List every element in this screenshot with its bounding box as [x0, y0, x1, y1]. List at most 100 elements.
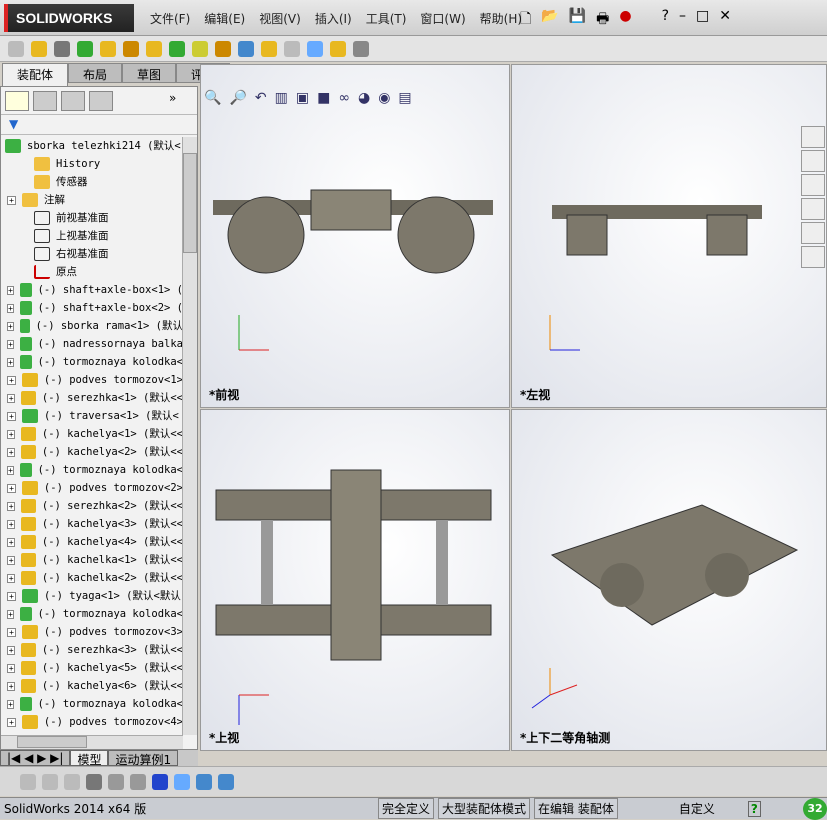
- notification-badge[interactable]: 32: [803, 797, 827, 820]
- tree-item[interactable]: + (-) kachelya<4> (默认<<: [1, 533, 183, 551]
- tree-item[interactable]: + (-) serezhka<2> (默认<<: [1, 497, 183, 515]
- toolbar-button-icon[interactable]: [215, 40, 231, 57]
- viewport-front[interactable]: *前视: [200, 64, 510, 408]
- tree-item[interactable]: History: [1, 155, 183, 173]
- view-toolbar-button-icon[interactable]: [218, 773, 234, 790]
- display-manager-tab-icon[interactable]: [89, 91, 113, 111]
- expand-icon[interactable]: +: [7, 663, 16, 673]
- expand-icon[interactable]: +: [7, 465, 15, 475]
- display-style-icon[interactable]: ■: [317, 90, 330, 106]
- scene-icon[interactable]: ◉: [378, 90, 390, 106]
- expand-icon[interactable]: +: [7, 609, 15, 619]
- zoom-to-area-icon[interactable]: 🔎: [229, 90, 246, 106]
- custom-properties-icon[interactable]: [801, 246, 825, 268]
- view-toolbar-button-icon[interactable]: [108, 773, 124, 790]
- tree-item[interactable]: 前视基准面: [1, 209, 183, 227]
- viewport-top[interactable]: *上视: [200, 409, 510, 751]
- expand-icon[interactable]: +: [7, 501, 16, 511]
- view-settings-icon[interactable]: ▤: [398, 90, 411, 106]
- view-toolbar-button-icon[interactable]: [196, 773, 212, 790]
- appearance-icon[interactable]: ◕: [358, 90, 370, 106]
- help-icon[interactable]: ?: [662, 8, 669, 32]
- toolbar-button-icon[interactable]: [146, 40, 162, 57]
- view-toolbar-button-icon[interactable]: [64, 773, 80, 790]
- save-icon[interactable]: 💾: [569, 8, 586, 32]
- resources-icon[interactable]: [801, 126, 825, 148]
- zoom-to-fit-icon[interactable]: 🔍: [204, 90, 221, 106]
- expand-icon[interactable]: +: [7, 681, 16, 691]
- tab-1[interactable]: 布局: [68, 63, 123, 83]
- toolbar-button-icon[interactable]: [123, 40, 139, 57]
- tree-item[interactable]: + (-) nadressornaya balka: [1, 335, 183, 353]
- hide-show-icon[interactable]: ∞: [338, 90, 350, 106]
- menu-item[interactable]: 文件(F): [150, 10, 190, 27]
- expand-icon[interactable]: +: [7, 357, 15, 367]
- expand-icon[interactable]: +: [7, 537, 16, 547]
- expand-icon[interactable]: +: [7, 393, 16, 403]
- expand-icon[interactable]: +: [7, 591, 16, 601]
- tree-item[interactable]: + (-) kachelya<3> (默认<<: [1, 515, 183, 533]
- tab-model[interactable]: 模型: [70, 750, 109, 767]
- open-icon[interactable]: 📂: [541, 8, 558, 32]
- expand-icon[interactable]: +: [7, 321, 14, 331]
- viewport-left[interactable]: *左视: [511, 64, 827, 408]
- tree-item[interactable]: + (-) sborka rama<1> (默认: [1, 317, 183, 335]
- tree-item[interactable]: + (-) kachelka<2> (默认<<: [1, 569, 183, 587]
- expand-icon[interactable]: +: [7, 303, 15, 313]
- expand-icon[interactable]: »: [169, 91, 193, 111]
- nav-arrows[interactable]: |◀ ◀ ▶ ▶|: [0, 750, 71, 766]
- menu-item[interactable]: 工具(T): [366, 10, 407, 27]
- expand-icon[interactable]: +: [7, 375, 16, 385]
- tree-root[interactable]: sborka telezhki214 (默认<: [1, 137, 183, 155]
- print-icon[interactable]: 🖶: [596, 8, 609, 32]
- toolbar-button-icon[interactable]: [54, 40, 70, 57]
- file-explorer-icon[interactable]: [801, 174, 825, 196]
- tree-item[interactable]: 原点: [1, 263, 183, 281]
- expand-icon[interactable]: +: [7, 447, 16, 457]
- menu-item[interactable]: 视图(V): [259, 10, 301, 27]
- expand-icon[interactable]: +: [7, 429, 16, 439]
- tab-2[interactable]: 草图: [122, 63, 177, 83]
- tree-item[interactable]: + (-) podves tormozov<4>: [1, 713, 183, 731]
- expand-icon[interactable]: +: [7, 483, 16, 493]
- toolbar-button-icon[interactable]: [100, 40, 116, 57]
- tree-item[interactable]: + (-) shaft+axle-box<2> (: [1, 299, 183, 317]
- tree-item[interactable]: + (-) serezhka<1> (默认<<: [1, 389, 183, 407]
- expand-icon[interactable]: +: [7, 717, 16, 727]
- tab-0[interactable]: 装配体: [2, 63, 69, 86]
- filter-icon[interactable]: ▼: [1, 115, 197, 135]
- menu-item[interactable]: 窗口(W): [420, 10, 465, 27]
- tree-item[interactable]: + (-) tyaga<1> (默认<默认: [1, 587, 183, 605]
- previous-view-icon[interactable]: ↶: [255, 90, 267, 106]
- property-manager-tab-icon[interactable]: [33, 91, 57, 111]
- tree-item[interactable]: + (-) podves tormozov<1>: [1, 371, 183, 389]
- tree-item[interactable]: + (-) traversa<1> (默认<: [1, 407, 183, 425]
- section-view-icon[interactable]: ▥: [275, 90, 288, 106]
- tree-item[interactable]: + (-) kachelya<1> (默认<<: [1, 425, 183, 443]
- toolbar-button-icon[interactable]: [261, 40, 277, 57]
- tree-item[interactable]: 右视基准面: [1, 245, 183, 263]
- expand-icon[interactable]: +: [7, 627, 16, 637]
- vertical-scrollbar[interactable]: [182, 137, 197, 735]
- view-toolbar-button-icon[interactable]: [130, 773, 146, 790]
- tree-item[interactable]: + (-) kachelya<6> (默认<<: [1, 677, 183, 695]
- rebuild-icon[interactable]: ●: [619, 8, 631, 32]
- horizontal-scrollbar[interactable]: [1, 735, 183, 749]
- view-toolbar-button-icon[interactable]: [152, 773, 168, 790]
- appearances-icon[interactable]: [801, 222, 825, 244]
- toolbar-button-icon[interactable]: [307, 40, 323, 57]
- feature-tree-tab-icon[interactable]: [5, 91, 29, 111]
- units-selector[interactable]: 自定义: [662, 800, 732, 817]
- toolbar-button-icon[interactable]: [8, 40, 24, 57]
- toolbar-button-icon[interactable]: [284, 40, 300, 57]
- menu-item[interactable]: 帮助(H): [480, 10, 522, 27]
- view-orientation-icon[interactable]: ▣: [296, 90, 309, 106]
- tree-item[interactable]: + (-) tormoznaya kolodka<: [1, 461, 183, 479]
- menu-item[interactable]: 插入(I): [315, 10, 352, 27]
- expand-icon[interactable]: +: [7, 411, 16, 421]
- expand-icon[interactable]: +: [7, 573, 16, 583]
- view-palette-icon[interactable]: [801, 198, 825, 220]
- toolbar-button-icon[interactable]: [353, 40, 369, 57]
- tree-item[interactable]: + (-) kachelka<1> (默认<<: [1, 551, 183, 569]
- toolbar-button-icon[interactable]: [330, 40, 346, 57]
